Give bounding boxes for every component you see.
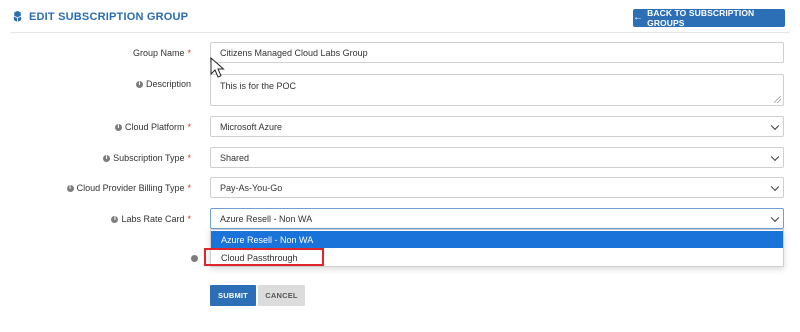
subscription-type-select[interactable]: Shared: [210, 147, 784, 168]
back-to-subscription-groups-button[interactable]: ← BACK TO SUBSCRIPTION GROUPS: [633, 8, 785, 28]
billing-type-label-text: Cloud Provider Billing Type: [76, 183, 185, 193]
chevron-down-icon: [770, 213, 780, 222]
info-icon: [191, 249, 198, 267]
chevron-down-icon: [770, 121, 780, 130]
group-name-label: Group Name *: [133, 48, 191, 58]
mouse-cursor-icon: [210, 57, 225, 78]
labs-rate-card-select[interactable]: Azure Resell - Non WA: [210, 208, 784, 229]
chevron-down-icon: [770, 182, 780, 191]
page-title: EDIT SUBSCRIPTION GROUP: [11, 10, 188, 23]
info-icon: i: [66, 184, 74, 192]
chevron-down-icon: [770, 152, 780, 161]
resize-grip-icon[interactable]: [774, 96, 781, 103]
dropdown-option-azure-resell[interactable]: Azure Resell - Non WA: [211, 231, 783, 248]
description-label-text: Description: [145, 79, 191, 89]
required-marker: *: [187, 48, 191, 58]
labs-rate-card-label: i Labs Rate Card *: [111, 214, 191, 224]
info-icon: i: [114, 123, 122, 131]
info-icon: i: [103, 154, 111, 162]
cubes-icon: [13, 10, 22, 22]
labs-rate-card-value: Azure Resell - Non WA: [220, 213, 313, 224]
required-marker: *: [187, 153, 191, 163]
description-label: i Description: [135, 79, 191, 89]
subscription-type-label-text: Subscription Type: [113, 153, 185, 163]
required-marker: *: [187, 214, 191, 224]
cloud-platform-label-text: Cloud Platform: [124, 122, 185, 132]
info-icon: i: [111, 215, 119, 223]
arrow-left-icon: ←: [633, 12, 644, 23]
header-divider: [10, 32, 790, 33]
subscription-type-value: Shared: [220, 152, 250, 163]
required-marker: *: [187, 183, 191, 193]
billing-type-value: Pay-As-You-Go: [220, 182, 283, 193]
highlight-box: [204, 248, 324, 266]
info-icon: i: [135, 80, 143, 88]
group-name-label-text: Group Name: [132, 48, 185, 58]
cloud-platform-value: Microsoft Azure: [220, 121, 283, 132]
cloud-platform-select[interactable]: Microsoft Azure: [210, 116, 784, 137]
group-name-input[interactable]: Citizens Managed Cloud Labs Group: [210, 42, 784, 63]
description-value: This is for the POC: [220, 81, 297, 91]
subscription-type-label: i Subscription Type *: [103, 153, 191, 163]
billing-type-label: i Cloud Provider Billing Type *: [66, 183, 191, 193]
billing-type-select[interactable]: Pay-As-You-Go: [210, 177, 784, 198]
submit-button[interactable]: SUBMIT: [210, 285, 256, 306]
labs-rate-card-label-text: Labs Rate Card: [121, 214, 185, 224]
group-name-value: Citizens Managed Cloud Labs Group: [220, 47, 368, 58]
cancel-button[interactable]: CANCEL: [258, 285, 305, 306]
page-title-text: EDIT SUBSCRIPTION GROUP: [29, 10, 189, 23]
required-marker: *: [187, 122, 191, 132]
cloud-platform-label: i Cloud Platform *: [114, 122, 191, 132]
description-textarea[interactable]: This is for the POC: [210, 74, 784, 106]
back-button-label: BACK TO SUBSCRIPTION GROUPS: [647, 8, 755, 28]
